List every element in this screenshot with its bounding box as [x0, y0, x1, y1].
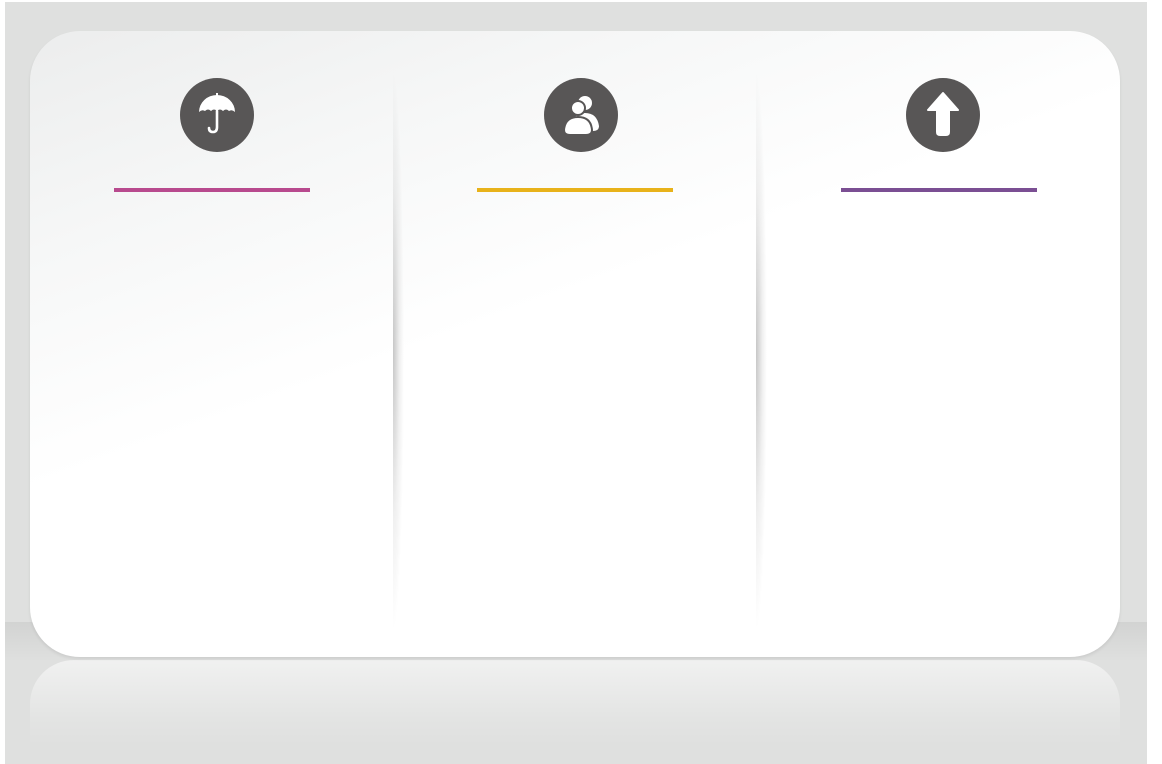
accent-line-1 — [114, 188, 310, 192]
umbrella-icon — [180, 78, 254, 152]
three-column-card — [30, 31, 1120, 657]
panel-2 — [393, 31, 756, 657]
card-reflection — [30, 660, 1120, 746]
arrow-up-icon — [906, 78, 980, 152]
panel-3 — [757, 31, 1120, 657]
panel-1 — [30, 31, 393, 657]
accent-line-2 — [477, 188, 673, 192]
accent-line-3 — [841, 188, 1037, 192]
users-icon — [544, 78, 618, 152]
